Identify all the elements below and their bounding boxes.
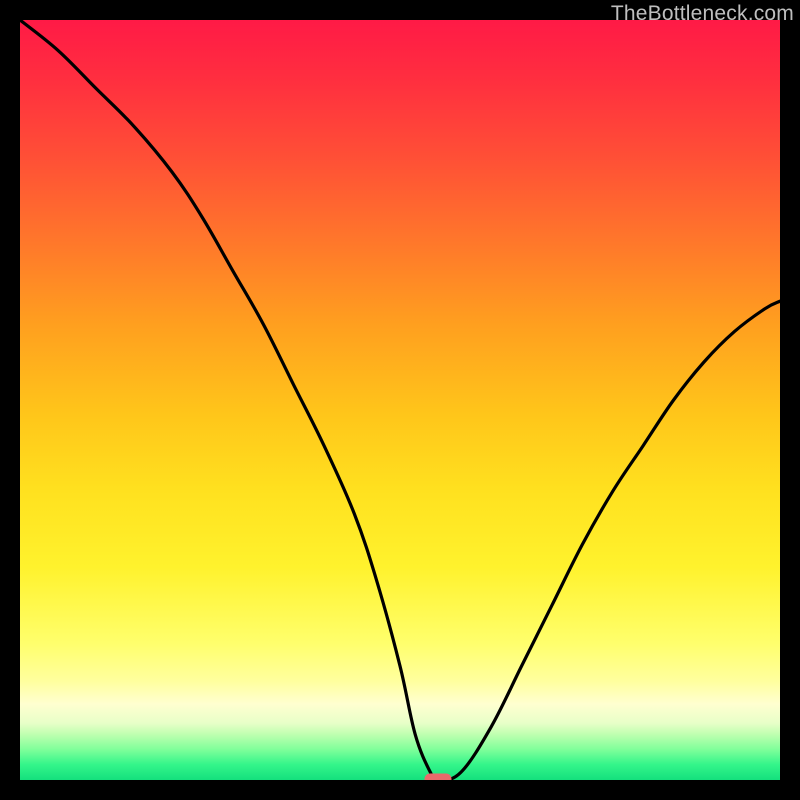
curve-layer: [20, 20, 780, 780]
watermark-text: TheBottleneck.com: [611, 2, 794, 26]
plot-area: [20, 20, 780, 780]
optimum-marker: [425, 774, 451, 780]
bottleneck-curve: [20, 20, 780, 780]
chart-frame: TheBottleneck.com: [0, 0, 800, 800]
